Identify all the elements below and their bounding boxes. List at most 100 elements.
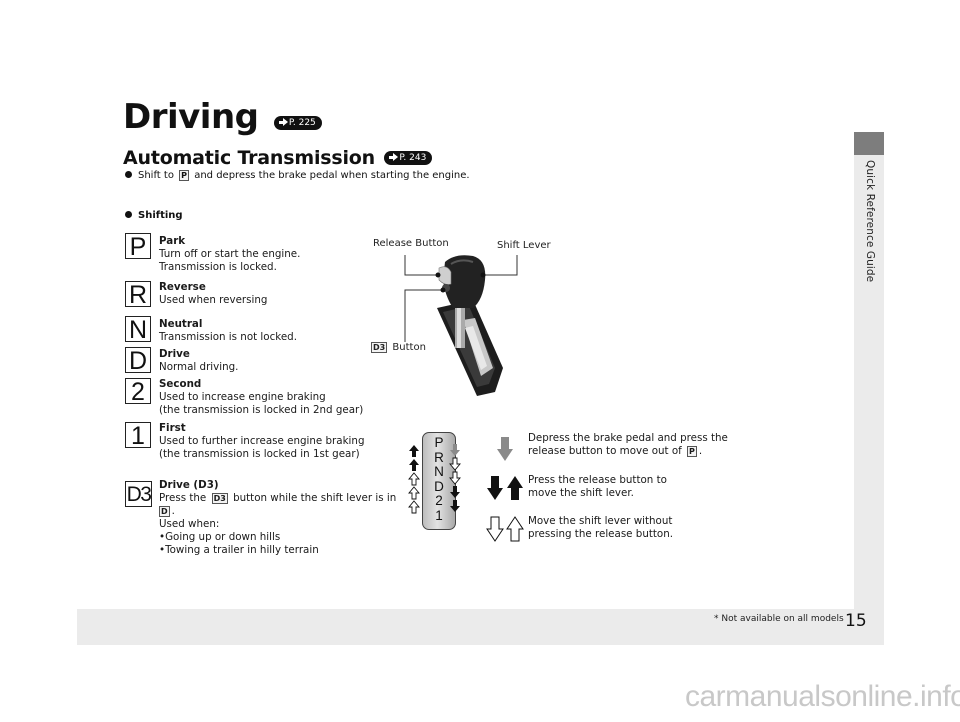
key-d3-icon: D3 bbox=[211, 493, 228, 504]
key-d-icon: D bbox=[159, 506, 170, 517]
legend-item-no-release: Move the shift lever without pressing th… bbox=[528, 515, 673, 541]
intro-text-before: Shift to bbox=[138, 170, 174, 181]
release-button-label: Release Button bbox=[373, 238, 449, 249]
intro-text-after: and depress the brake pedal when startin… bbox=[194, 170, 470, 181]
page-ref-link[interactable]: P. 225 bbox=[273, 115, 322, 130]
gate-right-arrows bbox=[449, 444, 461, 512]
legend-text: pressing the release button. bbox=[528, 528, 674, 540]
gear-desc-text: . bbox=[171, 505, 175, 517]
section-ref-link[interactable]: P. 243 bbox=[384, 150, 433, 165]
watermark: carmanualsonline.info bbox=[685, 680, 960, 713]
side-tab-label[interactable]: Quick Reference Guide bbox=[862, 160, 876, 320]
legend-text: release button to move out of bbox=[528, 445, 682, 457]
solid-down-arrow-icon bbox=[487, 476, 503, 500]
gray-down-arrow-icon bbox=[450, 444, 460, 456]
intro-bullet: Shift to P and depress the brake pedal w… bbox=[125, 170, 470, 181]
arrow-right-icon bbox=[389, 153, 399, 161]
outline-down-arrow-icon bbox=[449, 457, 461, 471]
gear-item-reverse: Reverse Used when reversing bbox=[159, 281, 267, 307]
gear-name: Drive (D3) bbox=[159, 479, 219, 491]
gear-n-icon: N bbox=[125, 316, 151, 343]
page-ref-text: P. 225 bbox=[288, 117, 316, 128]
solid-up-arrow-icon bbox=[409, 445, 419, 457]
legend-text: . bbox=[698, 445, 703, 457]
section-ref-text: P. 243 bbox=[399, 152, 427, 163]
gear-desc: Used when reversing bbox=[159, 294, 268, 306]
solid-down-arrow-icon bbox=[450, 500, 460, 512]
legend-text: Move the shift lever without bbox=[528, 515, 673, 527]
release-callout-line bbox=[404, 255, 438, 276]
bullet-icon bbox=[125, 210, 132, 218]
page-title-text: Driving bbox=[123, 97, 259, 137]
gear-name: Reverse bbox=[159, 281, 206, 293]
outline-up-arrow-icon bbox=[408, 486, 420, 500]
shift-lever-callout-dot bbox=[480, 272, 486, 278]
outline-down-arrow-icon bbox=[486, 516, 504, 542]
gear-desc: Transmission is not locked. bbox=[159, 331, 297, 343]
shift-lever-illustration bbox=[404, 255, 518, 396]
gear-desc: Used to further increase engine braking bbox=[159, 435, 365, 447]
gear-item-first: First Used to further increase engine br… bbox=[159, 422, 364, 461]
gear-desc: (the transmission is locked in 2nd gear) bbox=[159, 404, 364, 416]
key-p-icon: P bbox=[179, 170, 190, 181]
gear-desc: •Going up or down hills bbox=[159, 531, 281, 543]
gear-item-drive: Drive Normal driving. bbox=[159, 348, 238, 374]
gear-desc: Used when: bbox=[159, 518, 220, 530]
legend-text-line2: release button to move out of P. bbox=[528, 445, 728, 458]
outline-down-arrow-icon bbox=[449, 471, 461, 485]
legend-text: Depress the brake pedal and press the bbox=[528, 432, 728, 444]
gear-desc-press: Press the D3 button while the shift leve… bbox=[159, 492, 396, 505]
legend-item-brake-release: Depress the brake pedal and press the re… bbox=[528, 432, 728, 458]
gear-name: Neutral bbox=[159, 318, 203, 330]
page-number: 15 bbox=[845, 611, 867, 631]
release-callout-dot bbox=[435, 272, 441, 278]
key-p-icon: P bbox=[687, 446, 697, 457]
gear-desc: Turn off or start the engine. bbox=[159, 248, 301, 260]
legend-item-press-release: Press the release button to move the shi… bbox=[528, 474, 667, 500]
arrow-right-icon bbox=[278, 118, 288, 126]
gear-item-neutral: Neutral Transmission is not locked. bbox=[159, 318, 297, 344]
solid-up-arrow-icon bbox=[409, 459, 419, 471]
section-title-text: Automatic Transmission bbox=[123, 147, 375, 169]
gate-left-arrows bbox=[408, 445, 420, 514]
gear-name: First bbox=[159, 422, 186, 434]
gear-desc: (the transmission is locked in 1st gear) bbox=[159, 448, 360, 460]
section-title: Automatic Transmission P. 243 bbox=[123, 147, 433, 169]
gear-2-icon: 2 bbox=[125, 378, 151, 405]
gear-p-icon: P bbox=[125, 233, 151, 260]
d3-callout-line bbox=[404, 289, 443, 342]
gear-desc-text: Press the bbox=[159, 492, 207, 504]
legend-text: Press the release button to bbox=[528, 474, 667, 486]
subsection-text: Shifting bbox=[138, 210, 183, 221]
side-tab-marker[interactable] bbox=[854, 132, 884, 155]
gear-r-icon: R bbox=[125, 281, 151, 308]
page-title: Driving P. 225 bbox=[123, 97, 322, 137]
gear-item-park: Park Turn off or start the engine. Trans… bbox=[159, 235, 300, 274]
subsection-heading: Shifting bbox=[125, 210, 183, 221]
gear-name: Second bbox=[159, 378, 202, 390]
gear-desc: Used to increase engine braking bbox=[159, 391, 326, 403]
legend-text: move the shift lever. bbox=[528, 487, 634, 499]
solid-up-arrow-icon bbox=[507, 476, 523, 500]
outline-up-arrow-icon bbox=[408, 500, 420, 514]
legend-gray-down-arrow-icon bbox=[497, 437, 513, 461]
gear-desc: Transmission is locked. bbox=[159, 261, 277, 273]
legend-solid-arrows-icon bbox=[487, 476, 523, 500]
d3-callout-dot bbox=[440, 287, 446, 293]
solid-down-arrow-icon bbox=[450, 486, 460, 498]
gear-desc: Normal driving. bbox=[159, 361, 239, 373]
gear-desc-key-line: D. bbox=[159, 505, 396, 518]
gear-d-icon: D bbox=[125, 347, 151, 374]
gear-desc-text: button while the shift lever is in bbox=[233, 492, 397, 504]
gear-item-second: Second Used to increase engine braking (… bbox=[159, 378, 363, 417]
gear-name: Park bbox=[159, 235, 186, 247]
gear-d3-icon: D3 bbox=[125, 481, 152, 507]
footnote: * Not available on all models bbox=[714, 614, 844, 624]
gear-name: Drive bbox=[159, 348, 190, 360]
gear-desc: •Towing a trailer in hilly terrain bbox=[159, 544, 319, 556]
key-d3-icon: D3 bbox=[371, 342, 388, 353]
release-button bbox=[438, 266, 452, 285]
gear-item-drive-d3: Drive (D3) Press the D3 button while the… bbox=[159, 479, 396, 557]
bullet-icon bbox=[125, 170, 132, 178]
outline-up-arrow-icon bbox=[506, 516, 524, 542]
